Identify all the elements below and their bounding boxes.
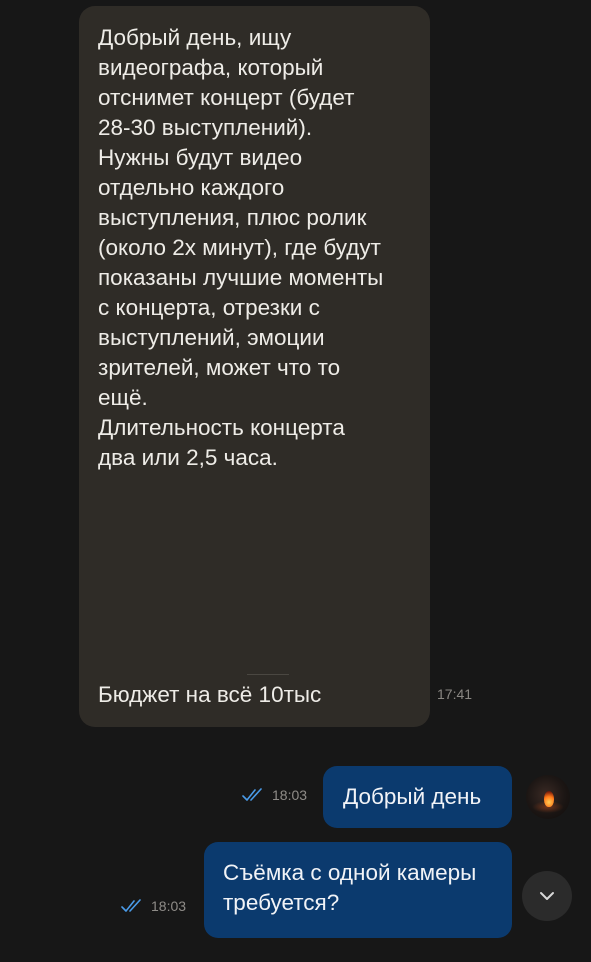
double-check-icon: [121, 899, 141, 912]
incoming-message-bubble[interactable]: Добрый день, ищу видеографа, который отс…: [79, 6, 430, 727]
chevron-down-icon: [540, 892, 554, 900]
outgoing-message-time: 18:03: [151, 898, 187, 914]
incoming-message-text: Добрый день, ищу видеографа, который отс…: [98, 25, 384, 470]
outgoing-message-meta: 18:03: [121, 898, 186, 914]
outgoing-message-time: 18:03: [272, 787, 308, 803]
outgoing-message-bubble[interactable]: Съёмка с одной камеры требуется?: [204, 842, 512, 938]
chat-view: Добрый день, ищу видеографа, который отс…: [0, 0, 591, 962]
user-avatar[interactable]: [526, 775, 570, 819]
scroll-down-button[interactable]: [522, 871, 572, 921]
outgoing-message-meta: 18:03: [242, 787, 307, 803]
avatar-flame: [544, 791, 554, 807]
incoming-message-time: 17:41: [437, 686, 473, 702]
double-check-icon: [242, 788, 262, 801]
incoming-message-budget: Бюджет на всё 10тыс: [98, 682, 322, 707]
message-divider: [247, 674, 289, 675]
outgoing-message-bubble[interactable]: Добрый день: [323, 766, 512, 828]
